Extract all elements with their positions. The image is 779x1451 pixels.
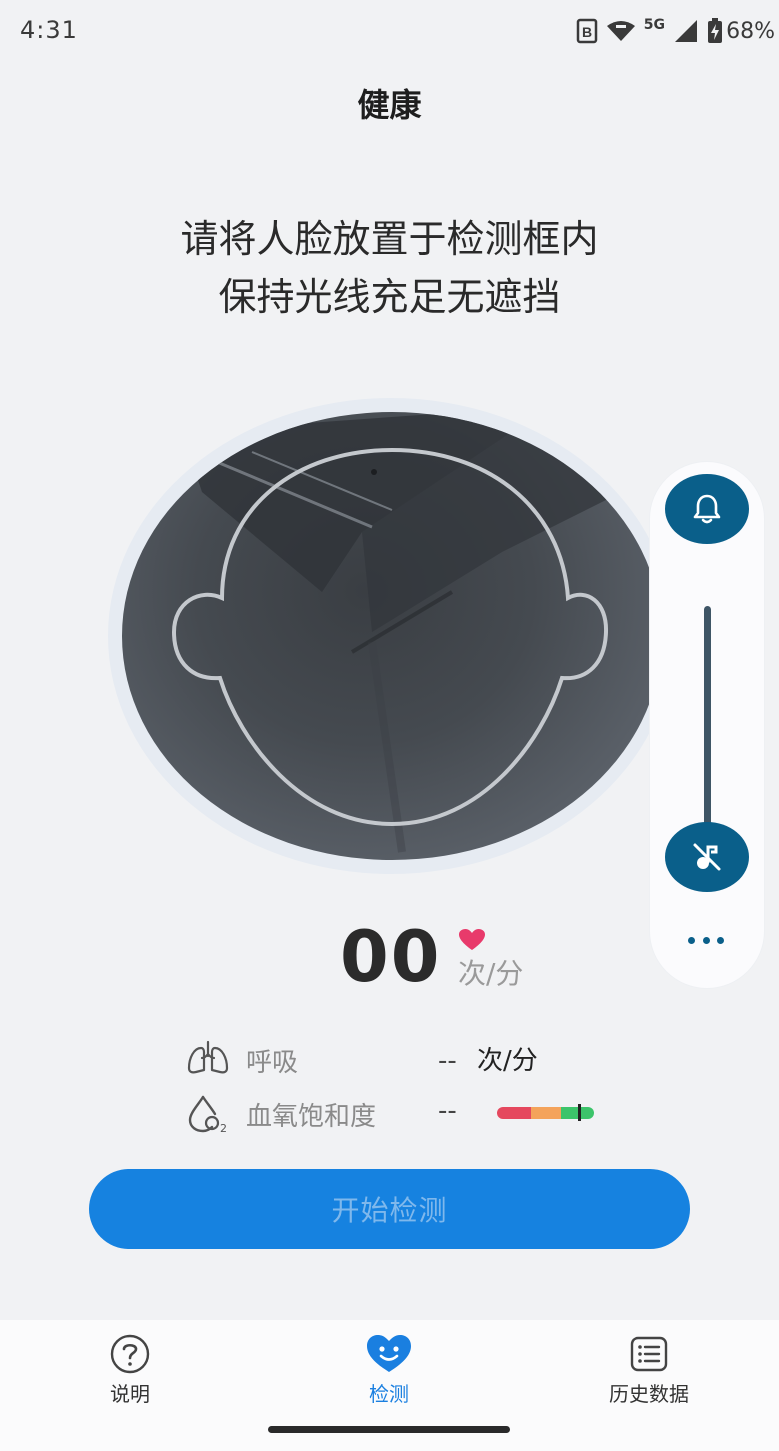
nav-item-history[interactable]: 历史数据 [569, 1334, 729, 1407]
more-options-button[interactable] [682, 925, 730, 955]
bell-icon [693, 494, 721, 524]
mute-music-button[interactable] [665, 822, 749, 892]
nav-item-help[interactable]: 说明 [50, 1334, 210, 1407]
page-title: 健康 [357, 86, 422, 124]
oxygen-drop-icon: 2 [188, 1095, 227, 1134]
heart-rate-value: 00 [340, 916, 442, 998]
more-dot [688, 936, 695, 944]
oxygen-label: 血氧饱和度 [246, 1102, 377, 1132]
face-outline-guide [171, 447, 609, 827]
music-off-icon [693, 843, 721, 871]
heart-smile-icon [367, 1335, 411, 1372]
nav-label-history: 历史数据 [609, 1382, 689, 1406]
svg-text:B: B [582, 24, 592, 40]
question-circle-icon [110, 1334, 150, 1374]
oxygen-scale-low [497, 1107, 531, 1119]
nfc-icon: B [576, 18, 598, 44]
oxygen-scale-marker [578, 1104, 581, 1121]
list-icon [630, 1336, 668, 1372]
more-dot [717, 936, 724, 944]
status-time: 4:31 [20, 16, 78, 44]
start-detection-button[interactable]: 开始检测 [89, 1169, 690, 1249]
respiration-label: 呼吸 [246, 1048, 299, 1078]
home-indicator[interactable] [268, 1426, 510, 1433]
instruction-line-1: 请将人脸放置于检测框内 [180, 217, 599, 261]
lungs-icon [187, 1040, 229, 1074]
network-type: 5G [643, 17, 665, 33]
battery-percent: 68% [726, 19, 775, 44]
status-icons: B 5G 68% [576, 14, 775, 48]
heart-rate-unit: 次/分 [458, 957, 524, 990]
oxygen-value: -- [438, 1096, 457, 1126]
respiration-reading: -- [438, 1046, 457, 1076]
wifi-icon [606, 21, 635, 41]
svg-text:2: 2 [220, 1122, 227, 1134]
camera-preview [122, 412, 662, 860]
more-dot [702, 936, 710, 944]
bell-button[interactable] [665, 474, 749, 544]
heart-icon [459, 929, 485, 950]
volume-slider[interactable] [704, 606, 711, 834]
instruction-line-2: 保持光线充足无遮挡 [218, 275, 561, 319]
nav-label-detect: 检测 [369, 1382, 409, 1406]
respiration-unit: 次/分 [477, 1046, 538, 1076]
signal-icon [675, 20, 697, 42]
battery-icon [708, 18, 722, 43]
status-bar: 4:31 B 5G 68% [0, 0, 779, 62]
oxygen-scale-mid [531, 1107, 561, 1119]
nav-label-help: 说明 [110, 1382, 150, 1406]
nav-item-detect[interactable]: 检测 [309, 1334, 469, 1407]
respiration-value: -- 次/分 [438, 1040, 538, 1077]
